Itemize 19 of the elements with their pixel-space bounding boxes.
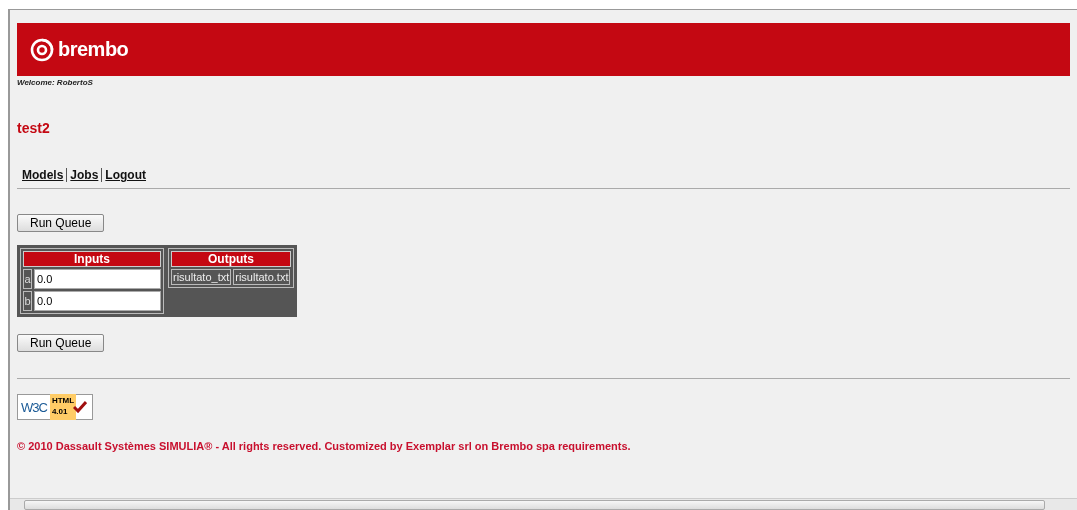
run-queue-button[interactable]: Run Queue [17,214,105,232]
nav-link[interactable]: Logout [105,168,146,182]
welcome-text: Welcome: RobertoS [17,78,94,87]
horizontal-scrollbar[interactable] [10,498,1077,510]
table-cell: risultato.txt [233,269,291,285]
column-header: Inputs [23,251,161,267]
run-queue-button[interactable]: Run Queue [17,334,105,352]
nav-link[interactable]: Models [22,168,64,182]
row-label: a [23,269,32,289]
checkmark-icon [73,401,88,413]
row-label: b [23,291,32,311]
page-title: test2 [17,120,51,136]
column-header: Outputs [171,251,291,267]
logo-text: brembo [58,38,129,61]
input-field[interactable]: 0.0 [34,291,161,311]
input-field[interactable]: 0.0 [34,269,161,289]
table-cell: risultato_txt [171,269,232,285]
nav-link[interactable]: Jobs [70,168,99,182]
copyright-text: © 2010 Dassault Systèmes SIMULIA® - All rights reserved. Customized by Exemplar srl on Brembo spa requirements. [17,440,632,452]
